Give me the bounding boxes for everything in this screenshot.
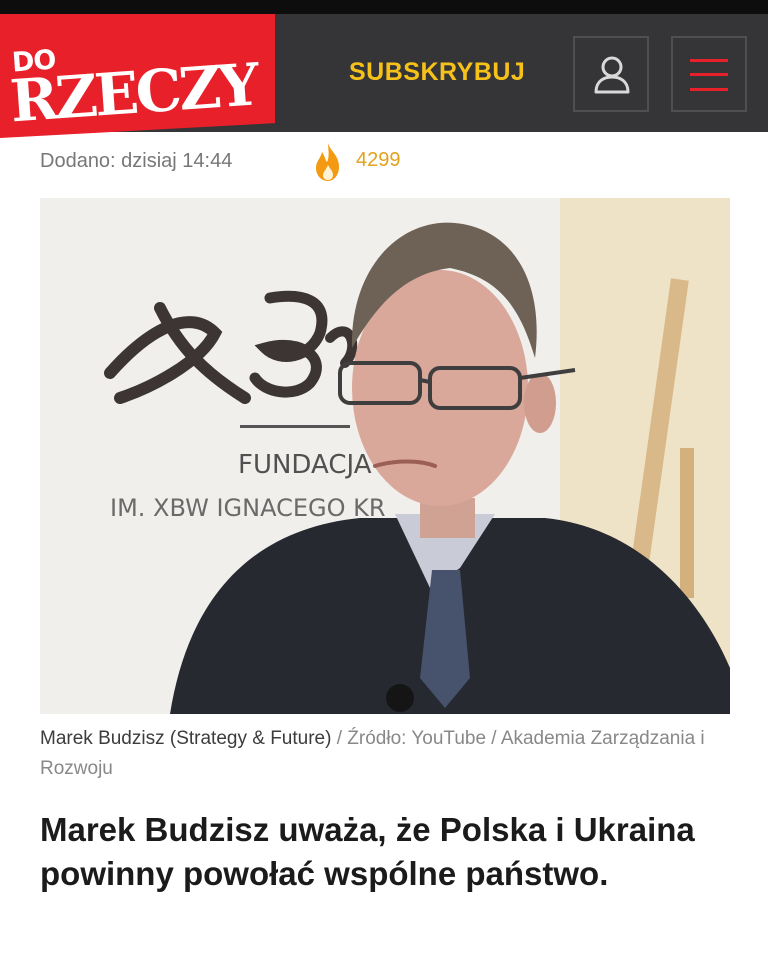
- subscribe-link[interactable]: SUBSKRYBUJ: [349, 58, 525, 87]
- status-bar: [0, 0, 768, 14]
- caption-separator-2: /: [491, 728, 497, 749]
- account-button[interactable]: [573, 36, 649, 112]
- view-count: 4299: [356, 149, 401, 171]
- article-photo[interactable]: FUNDACJA IM. XBW IGNACEGO KR: [40, 198, 730, 714]
- backdrop-text-2: IM. XBW IGNACEGO KR: [110, 494, 386, 522]
- caption-person: Marek Budzisz (Strategy & Future): [40, 728, 332, 749]
- photo-caption: Marek Budzisz (Strategy & Future) / Źród…: [40, 724, 730, 784]
- flame-icon: [316, 143, 339, 181]
- backdrop-text-1: FUNDACJA: [238, 450, 372, 480]
- caption-separator: /: [336, 728, 342, 749]
- article-headline: Marek Budzisz uważa, że Polska i Ukraina…: [40, 811, 695, 892]
- user-icon: [594, 56, 630, 94]
- caption-source[interactable]: Źródło: YouTube: [347, 728, 486, 749]
- site-logo[interactable]: DO RZECZY: [0, 14, 275, 138]
- photo-illustration: FUNDACJA IM. XBW IGNACEGO KR: [40, 198, 730, 714]
- publish-date: Dodano: dzisiaj 14:44: [40, 150, 233, 172]
- menu-button[interactable]: [671, 36, 747, 112]
